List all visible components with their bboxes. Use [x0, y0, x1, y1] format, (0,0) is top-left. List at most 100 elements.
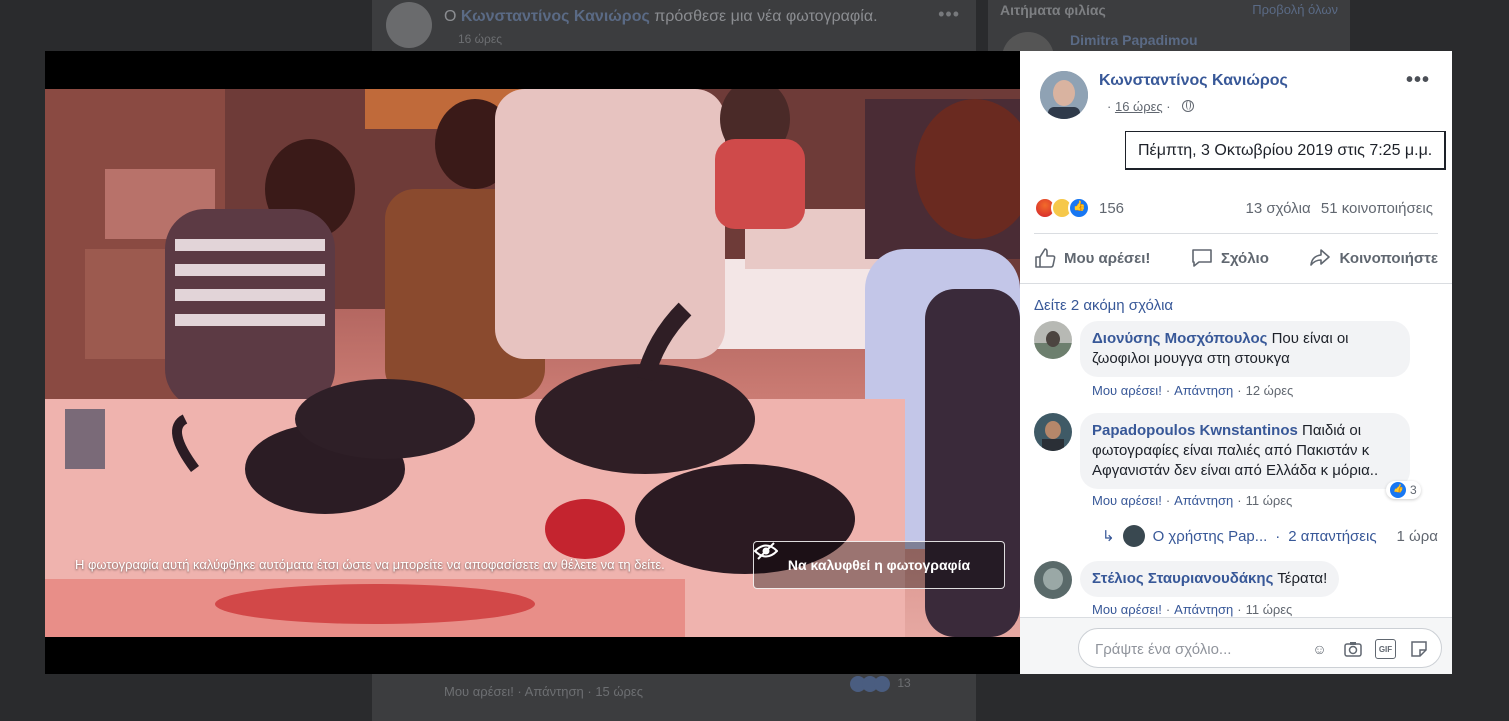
comment-button[interactable]: Σχόλιο: [1191, 247, 1269, 269]
cover-photo-label: Να καλυφθεί η φωτογραφία: [787, 557, 971, 573]
author-avatar[interactable]: [1040, 71, 1088, 119]
reply-arrow-icon: ↳: [1102, 528, 1115, 545]
reply-time: 1 ώρα: [1396, 527, 1438, 545]
reply-user-avatar: [1122, 525, 1145, 547]
share-label: Κοινοποιήστε: [1339, 249, 1438, 267]
background-post-header: Ο Κωνσταντίνος Κανιώρος πρόσθεσε μια νέα…: [386, 2, 966, 50]
background-title-suffix: πρόσθεσε μια νέα φωτογραφία.: [654, 8, 878, 25]
meta-sep: ·: [1165, 602, 1171, 617]
meta-sep: ·: [1165, 383, 1171, 398]
meta-sep: ·: [1237, 383, 1242, 398]
shares-count[interactable]: 51 κοινοποιήσεις: [1321, 200, 1433, 217]
sensitive-content-notice: Η φωτογραφία αυτή καλύφθηκε αυτόματα έτσ…: [75, 557, 665, 572]
comment-reply-link[interactable]: Απάντηση: [1174, 602, 1233, 617]
comment-like-badge[interactable]: 3: [1386, 481, 1421, 499]
timestamp-sep: ·: [1107, 99, 1112, 114]
eye-slash-icon: [754, 542, 778, 560]
post-actions: Μου αρέσει! Σχόλιο Κοινοποιήστε: [1034, 241, 1438, 275]
comment-like-link[interactable]: Μου αρέσει!: [1092, 602, 1162, 617]
background-reactions: 13: [850, 676, 911, 692]
meta-sep: ·: [1237, 493, 1242, 508]
replies-link[interactable]: ↳ Ο χρήστης Pap... · 2 απαντήσεις 1 ώρα: [1102, 525, 1438, 547]
share-arrow-icon: [1310, 249, 1331, 266]
photo-stage: Η φωτογραφία αυτή καλύφθηκε αυτόματα έτσ…: [45, 51, 1020, 674]
speech-bubble-icon: [1192, 249, 1212, 267]
comment-time[interactable]: 12 ώρες: [1246, 383, 1294, 398]
reaction-summary[interactable]: 156: [1034, 197, 1124, 219]
comment-text: Τέρατα!: [1277, 570, 1328, 587]
cover-photo-button[interactable]: Να καλυφθεί η φωτογραφία: [753, 541, 1005, 589]
comment-bubble: Διονύσης Μοσχόπουλος Που είναι οι ζωοφιλ…: [1080, 321, 1410, 377]
background-like-link: Μου αρέσει!: [444, 684, 514, 699]
post-stats: 13 σχόλια 51 κοινοποιήσεις: [1246, 200, 1433, 217]
comment-like-link[interactable]: Μου αρέσει!: [1092, 493, 1162, 508]
background-sidebar-name: Dimitra Papadimou: [1070, 32, 1198, 48]
comment-composer[interactable]: ☺ GIF: [1078, 628, 1442, 668]
comment-meta: Μου αρέσει! · Απάντηση · 11 ώρες: [1092, 493, 1292, 508]
comments-count[interactable]: 13 σχόλια: [1246, 200, 1311, 217]
commenter-photo: [1034, 561, 1072, 599]
timestamp-tooltip: Πέμπτη, 3 Οκτωβρίου 2019 στις 7:25 μ.μ.: [1125, 131, 1447, 170]
background-post-time: 16 ώρες: [458, 32, 503, 46]
background-more-icon: •••: [938, 4, 960, 24]
gif-icon[interactable]: GIF: [1375, 639, 1396, 659]
like-button[interactable]: Μου αρέσει!: [1034, 247, 1150, 269]
reply-user: Ο χρήστης Pap...: [1152, 527, 1268, 545]
comment-item: Στέλιος Σταυριανουδάκης Τέρατα! Μου αρέσ…: [1034, 561, 1444, 621]
background-reply-link: Απάντηση: [524, 684, 584, 699]
commenter-photo: [1034, 413, 1072, 451]
reaction-count[interactable]: 156: [1099, 200, 1124, 217]
comment-author[interactable]: Papadopoulos Kwnstantinos: [1092, 422, 1298, 439]
background-sidebar-title: Αιτήματα φιλίας: [1000, 2, 1106, 18]
comment-reply-link[interactable]: Απάντηση: [1174, 493, 1233, 508]
commenter-photo: [1034, 321, 1072, 359]
comment-item: Διονύσης Μοσχόπουλος Που είναι οι ζωοφιλ…: [1034, 321, 1444, 401]
comment-label: Σχόλιο: [1220, 249, 1269, 267]
comment-input[interactable]: [1095, 638, 1295, 660]
emoji-icon[interactable]: ☺: [1309, 639, 1330, 659]
post-timestamp[interactable]: · 16 ώρες ·: [1107, 99, 1195, 114]
commenter-avatar[interactable]: [1034, 413, 1072, 451]
thumbs-up-icon: [1035, 248, 1056, 268]
comment-meta: Μου αρέσει! · Απάντηση · 11 ώρες: [1092, 602, 1292, 617]
post-photo[interactable]: Η φωτογραφία αυτή καλύφθηκε αυτόματα έτσ…: [45, 89, 1020, 637]
background-avatar: [386, 2, 432, 48]
camera-glyph: [1343, 642, 1362, 657]
background-post-title: Ο Κωνσταντίνος Κανιώρος πρόσθεσε μια νέα…: [444, 8, 878, 26]
comment-item: Papadopoulos Kwnstantinos Παιδιά οι φωτο…: [1034, 413, 1444, 523]
comment-time[interactable]: 11 ώρες: [1246, 493, 1293, 508]
view-more-comments-link[interactable]: Δείτε 2 ακόμη σχόλια: [1034, 297, 1173, 314]
comment-like-link[interactable]: Μου αρέσει!: [1092, 383, 1162, 398]
background-reaction-count: 13: [897, 676, 911, 691]
commenter-avatar[interactable]: [1034, 321, 1072, 359]
sticker-icon[interactable]: [1408, 639, 1429, 659]
divider: [1020, 283, 1452, 284]
comment-bubble: Papadopoulos Kwnstantinos Παιδιά οι φωτο…: [1080, 413, 1410, 489]
author-photo: [1040, 71, 1088, 119]
reply-count: 2 απαντήσεις: [1288, 527, 1377, 545]
like-reaction-icon: [1390, 482, 1406, 498]
commenter-avatar[interactable]: [1034, 561, 1072, 599]
background-title-prefix: Ο: [444, 8, 457, 25]
author-name[interactable]: Κωνσταντίνος Κανιώρος: [1099, 72, 1288, 90]
share-button[interactable]: Κοινοποιήστε: [1309, 247, 1438, 269]
comment-bubble: Στέλιος Σταυριανουδάκης Τέρατα!: [1080, 561, 1340, 597]
globe-icon: [1182, 100, 1195, 112]
background-reaction-icon: [874, 676, 890, 692]
comment-like-count: 3: [1410, 483, 1417, 497]
sticker-glyph: [1410, 641, 1427, 657]
meta-sep: ·: [1237, 602, 1242, 617]
background-post-author: Κωνσταντίνος Κανιώρος: [460, 8, 650, 25]
comment-composer-area: ☺ GIF: [1020, 617, 1452, 674]
divider: [1034, 233, 1438, 234]
comment-author[interactable]: Διονύσης Μοσχόπουλος: [1092, 330, 1267, 347]
background-comment-footer: Μου αρέσει! · Απάντηση · 15 ώρες: [444, 684, 643, 699]
comment-meta: Μου αρέσει! · Απάντηση · 12 ώρες: [1092, 383, 1293, 398]
comment-reply-link[interactable]: Απάντηση: [1174, 383, 1233, 398]
post-time[interactable]: 16 ώρες: [1115, 99, 1163, 114]
more-options-button[interactable]: •••: [1406, 69, 1430, 92]
comment-time[interactable]: 11 ώρες: [1246, 602, 1293, 617]
comment-author[interactable]: Στέλιος Σταυριανουδάκης: [1092, 570, 1273, 587]
composer-tools: ☺ GIF: [1309, 639, 1429, 659]
camera-icon[interactable]: [1342, 639, 1363, 659]
